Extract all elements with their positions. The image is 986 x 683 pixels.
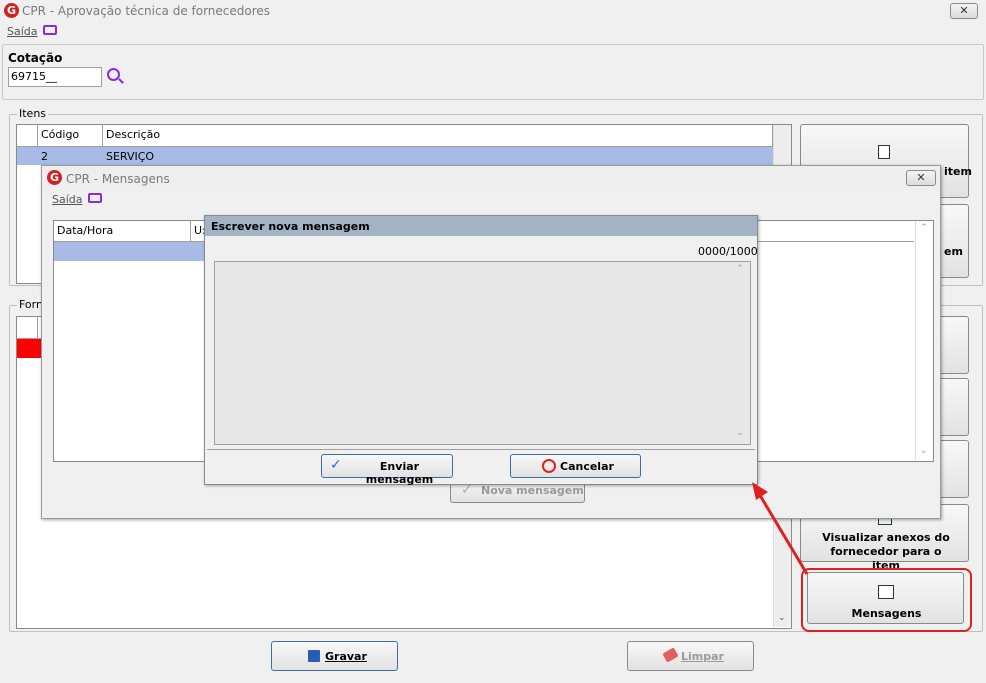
save-button[interactable]: Gravar [271, 641, 398, 671]
scroll-down-icon[interactable]: ⌄ [778, 613, 786, 623]
compose-header: Escrever nova mensagem [205, 216, 757, 236]
compose-title: Escrever nova mensagem [211, 220, 370, 233]
cancel-icon [542, 459, 556, 473]
app-logo-icon: G [4, 3, 19, 18]
clear-label: Limpar [681, 650, 724, 663]
main-close-button[interactable]: ✕ [950, 3, 978, 19]
attachments-label: Visualizar anexos do fornecedor para o i… [822, 531, 950, 572]
items-grid-header: Código Descrição [17, 125, 773, 147]
quote-panel [2, 44, 984, 100]
supplier-indicator-header [17, 317, 38, 338]
messages-button-label: Mensagens [851, 607, 922, 620]
send-message-button[interactable]: ✓ Enviar mensagem [321, 454, 453, 486]
eraser-icon [662, 647, 679, 663]
items-legend: Itens [17, 107, 49, 120]
side-button-2-label: em [944, 245, 963, 258]
main-menubar: Saída [0, 22, 986, 40]
messages-titlebar: G CPR - Mensagens ✕ [42, 166, 940, 190]
supplier-row-highlight[interactable] [17, 339, 41, 358]
messages-window-title: CPR - Mensagens [66, 172, 170, 186]
messages-menu-exit[interactable]: Saída [52, 193, 83, 206]
row-indicator-header [17, 125, 38, 146]
save-label: Gravar [325, 650, 367, 663]
table-row[interactable]: 2 SERVIÇO [17, 147, 773, 165]
messages-button[interactable]: Mensagens [807, 572, 964, 624]
textarea-scrollbar[interactable]: ⌃ ⌄ [732, 262, 749, 443]
document-icon [878, 145, 890, 159]
messages-icon [878, 585, 894, 599]
compose-divider [207, 449, 755, 450]
quote-label: Cotação [8, 51, 63, 65]
message-textarea[interactable]: ⌃ ⌄ [214, 261, 751, 445]
textarea-scroll-up-icon[interactable]: ⌃ [736, 264, 744, 274]
side-button-1-label: item [944, 165, 972, 178]
messages-table-row[interactable] [54, 242, 204, 261]
textarea-scroll-down-icon[interactable]: ⌄ [736, 428, 744, 438]
item-code-cell: 2 [41, 150, 48, 163]
main-titlebar: G CPR - Aprovação técnica de fornecedore… [0, 0, 986, 22]
messages-scroll-down-icon[interactable]: ⌄ [920, 446, 928, 456]
floppy-icon [308, 650, 320, 662]
send-check-icon: ✓ [330, 457, 342, 473]
quote-input[interactable]: 69715__ [8, 67, 102, 87]
item-description-cell: SERVIÇO [106, 150, 155, 163]
clear-button[interactable]: Limpar [627, 641, 754, 671]
col-description-header[interactable]: Descrição [103, 125, 773, 146]
main-window-title: CPR - Aprovação técnica de fornecedores [22, 4, 271, 18]
col-datetime-header[interactable]: Data/Hora [54, 221, 191, 241]
menu-exit[interactable]: Saída [7, 25, 38, 38]
monitor-icon[interactable] [43, 25, 57, 35]
send-message-label: Enviar mensagem [365, 460, 434, 486]
messages-monitor-icon[interactable] [88, 193, 102, 203]
char-counter: 0000/1000 [698, 245, 758, 258]
col-code-header[interactable]: Código [38, 125, 103, 146]
messages-close-button[interactable]: ✕ [906, 170, 936, 186]
messages-scrollbar[interactable]: ⌃ ⌄ [915, 221, 933, 460]
cancel-label: Cancelar [560, 460, 614, 473]
quote-input-value: 69715__ [11, 70, 57, 83]
compose-dialog: Escrever nova mensagem 0000/1000 ⌃ ⌄ ✓ E… [204, 215, 758, 486]
annotation-arrow [752, 482, 809, 575]
messages-scroll-up-icon[interactable]: ⌃ [920, 223, 928, 233]
new-message-label: Nova mensagem [481, 484, 584, 497]
messages-app-logo-icon: G [47, 170, 62, 185]
cancel-button[interactable]: Cancelar [510, 454, 641, 478]
